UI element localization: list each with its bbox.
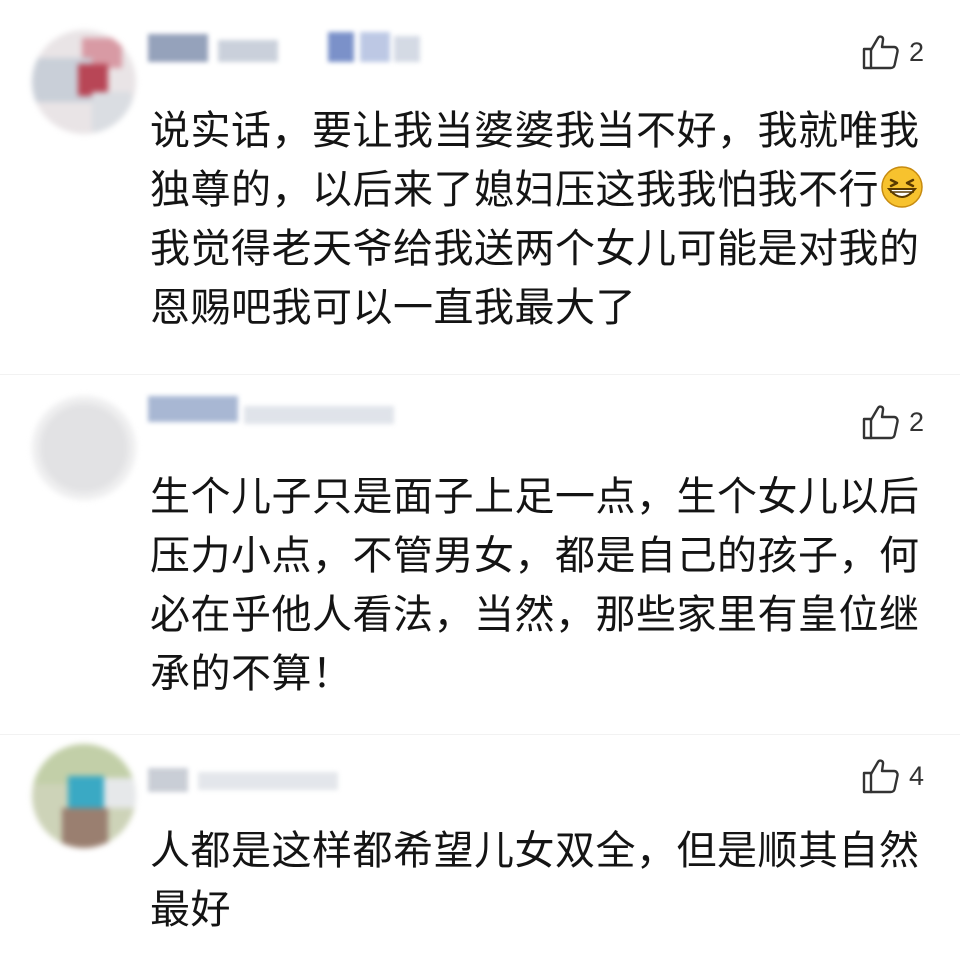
thumbs-up-icon bbox=[861, 402, 901, 442]
like-button[interactable]: 2 bbox=[861, 32, 924, 72]
divider bbox=[0, 734, 960, 735]
grinning-squinting-face-icon bbox=[880, 165, 924, 209]
divider bbox=[0, 374, 960, 375]
like-count: 4 bbox=[908, 761, 924, 791]
like-button[interactable]: 4 bbox=[861, 756, 924, 796]
like-count: 2 bbox=[908, 37, 924, 67]
comment-text-part: 我觉得老天爷给我送两个女儿可能是对我的恩赐吧我可以一直我最大了 bbox=[150, 226, 920, 331]
avatar[interactable] bbox=[32, 744, 136, 848]
username-blurred[interactable] bbox=[148, 760, 428, 800]
username-blurred[interactable] bbox=[148, 392, 428, 432]
comment-item: 2 说实话，要让我当婆婆我当不好，我就唯我独尊的，以后来了媳妇压这我我怕我不行 … bbox=[0, 0, 960, 370]
username-blurred[interactable] bbox=[148, 30, 428, 70]
comment-text: 人都是这样都希望儿女双全，但是顺其自然最好 bbox=[150, 828, 920, 933]
like-count: 2 bbox=[908, 407, 924, 437]
avatar[interactable] bbox=[32, 30, 136, 134]
thumbs-up-icon bbox=[861, 32, 901, 72]
comment-text: 说实话，要让我当婆婆我当不好，我就唯我独尊的，以后来了媳妇压这我我怕我不行 我觉… bbox=[150, 102, 930, 338]
comment-text: 生个儿子只是面子上足一点，生个女儿以后压力小点，不管男女，都是自己的孩子，何必在… bbox=[150, 474, 920, 697]
thumbs-up-icon bbox=[861, 756, 901, 796]
avatar[interactable] bbox=[32, 396, 136, 500]
like-button[interactable]: 2 bbox=[861, 402, 924, 442]
comment-text-part: 说实话，要让我当婆婆我当不好，我就唯我独尊的，以后来了媳妇压这我我怕我不行 bbox=[150, 108, 920, 213]
